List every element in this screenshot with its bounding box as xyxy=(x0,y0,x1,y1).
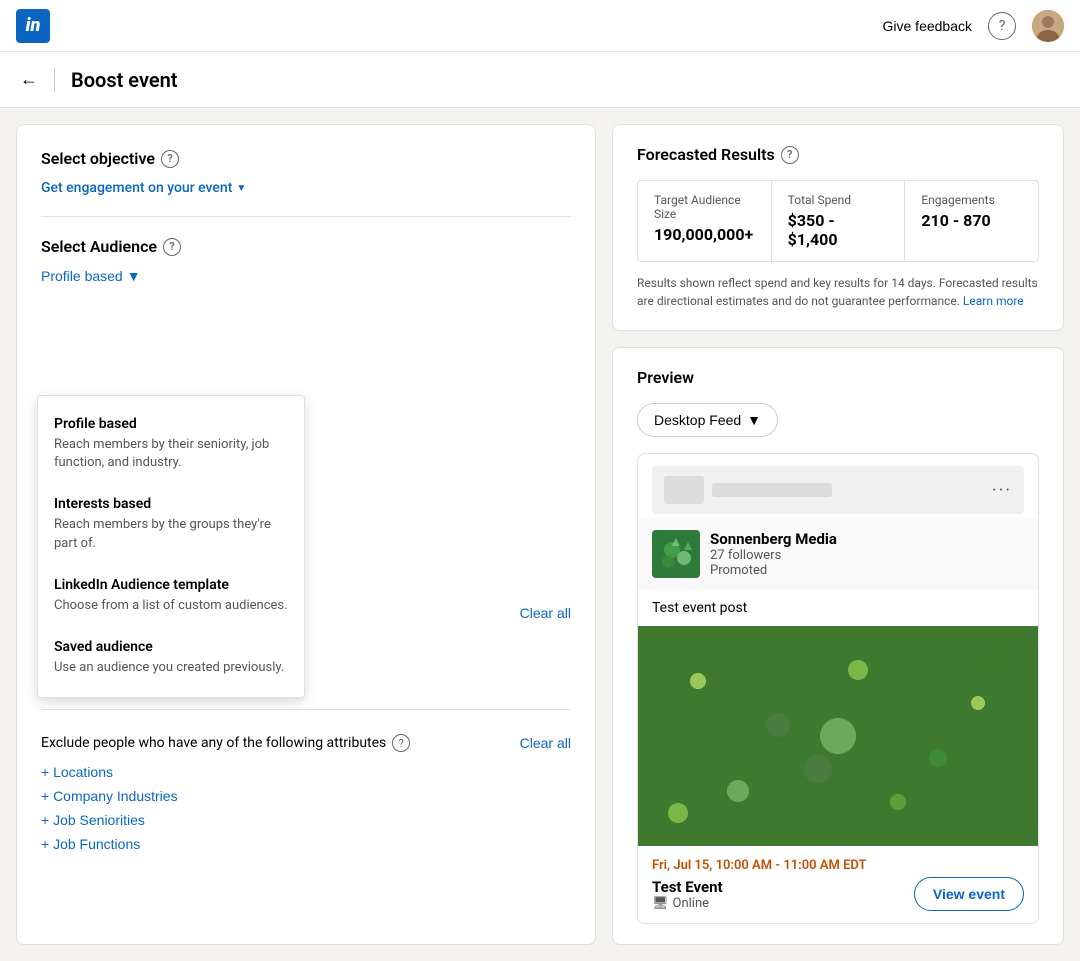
exclude-label: Exclude people who have any of the follo… xyxy=(41,735,386,751)
metric-total-spend: Total Spend $350 - $1,400 xyxy=(772,181,906,261)
dropdown-item-interests-based[interactable]: Interests based Reach members by the gro… xyxy=(38,484,304,564)
back-button[interactable]: ← xyxy=(20,69,38,90)
audience-label: Select Audience xyxy=(41,237,157,256)
add-company-industries-label: + Company Industries xyxy=(41,788,178,804)
ad-event-details: Test Event 🖥 Online xyxy=(652,878,723,911)
dropdown-item-desc-3: Choose from a list of custom audiences. xyxy=(54,597,288,615)
dropdown-item-title-3: LinkedIn Audience template xyxy=(54,577,288,593)
exclude-attributes-title: Exclude people who have any of the follo… xyxy=(41,734,410,752)
feed-dropdown-arrow: ▼ xyxy=(747,412,761,428)
ad-footer-bottom: Test Event 🖥 Online View event xyxy=(652,877,1024,911)
exclude-clear-all-button[interactable]: Clear all xyxy=(520,735,571,751)
dropdown-item-linkedin-template[interactable]: LinkedIn Audience template Choose from a… xyxy=(38,565,304,627)
company-followers: 27 followers xyxy=(710,548,837,563)
exclude-divider xyxy=(41,709,571,710)
nav-left: in xyxy=(16,9,50,43)
objective-dropdown-arrow: ▼ xyxy=(236,183,246,194)
dropdown-item-desc-1: Reach members by their seniority, job fu… xyxy=(54,436,288,472)
add-job-functions-button[interactable]: + Job Functions xyxy=(41,836,140,852)
learn-more-link[interactable]: Learn more xyxy=(963,294,1024,308)
company-name: Sonnenberg Media xyxy=(710,530,837,548)
audience-info-icon[interactable]: ? xyxy=(163,238,181,256)
event-location: 🖥 Online xyxy=(652,896,723,911)
objective-info-icon[interactable]: ? xyxy=(161,150,179,168)
ad-menu-dots[interactable]: ··· xyxy=(992,480,1012,501)
main-layout: Select objective ? Get engagement on you… xyxy=(0,108,1080,961)
exclude-attributes-header: Exclude people who have any of the follo… xyxy=(41,734,571,752)
forecasted-card: Forecasted Results ? Target Audience Siz… xyxy=(612,124,1064,331)
location-text: Online xyxy=(673,896,710,911)
select-objective-section: Select objective ? xyxy=(41,149,571,168)
view-event-button[interactable]: View event xyxy=(914,877,1024,911)
metric-spend-label: Total Spend xyxy=(788,193,889,207)
include-clear-all-button[interactable]: Clear all xyxy=(520,605,571,621)
avatar[interactable] xyxy=(1032,10,1064,42)
audience-selected-value: Profile based xyxy=(41,268,123,284)
audience-dropdown-menu: Profile based Reach members by their sen… xyxy=(37,395,305,698)
feed-option-label: Desktop Feed xyxy=(654,412,741,428)
add-locations-label: + Locations xyxy=(41,764,113,780)
company-logo-icon xyxy=(652,530,700,578)
exclude-info-icon[interactable]: ? xyxy=(392,734,410,752)
ad-company-info: Sonnenberg Media 27 followers Promoted xyxy=(710,530,837,578)
forecasted-info-icon[interactable]: ? xyxy=(781,146,799,164)
forecasted-title: Forecasted Results ? xyxy=(637,145,1039,164)
add-job-seniorities-button[interactable]: + Job Seniorities xyxy=(41,812,145,828)
ad-post-text: Test event post xyxy=(638,590,1038,626)
page-title: Boost event xyxy=(71,68,177,92)
ad-footer: Fri, Jul 15, 10:00 AM - 11:00 AM EDT Tes… xyxy=(638,846,1038,923)
ad-preview: ··· xyxy=(637,453,1039,924)
event-date: Fri, Jul 15, 10:00 AM - 11:00 AM EDT xyxy=(652,858,1024,873)
ad-header-left: Sonnenberg Media 27 followers Promoted xyxy=(652,530,837,578)
forecasted-note: Results shown reflect spend and key resu… xyxy=(637,274,1039,310)
forecasted-title-text: Forecasted Results xyxy=(637,145,775,164)
add-job-seniorities-label: + Job Seniorities xyxy=(41,812,145,828)
section-divider xyxy=(41,216,571,217)
nav-right: Give feedback ? xyxy=(883,10,1065,42)
metric-audience-value: 190,000,000+ xyxy=(654,225,755,244)
right-panel: Forecasted Results ? Target Audience Siz… xyxy=(612,124,1064,945)
objective-link[interactable]: Get engagement on your event ▼ xyxy=(41,180,571,196)
monitor-icon: 🖥 xyxy=(652,896,669,911)
metric-audience-label: Target Audience Size xyxy=(654,193,755,221)
help-icon[interactable]: ? xyxy=(988,12,1016,40)
add-locations-button[interactable]: + Locations xyxy=(41,764,113,780)
dropdown-item-desc-2: Reach members by the groups they're part… xyxy=(54,516,288,552)
dropdown-item-saved-audience[interactable]: Saved audience Use an audience you creat… xyxy=(38,627,304,689)
preview-title: Preview xyxy=(637,368,1039,387)
objective-label: Select objective xyxy=(41,149,155,168)
dropdown-item-title-2: Interests based xyxy=(54,496,288,512)
metric-spend-value: $350 - $1,400 xyxy=(788,211,889,249)
dropdown-item-desc-4: Use an audience you created previously. xyxy=(54,659,288,677)
ad-promoted-label: Promoted xyxy=(710,563,837,578)
dropdown-item-profile-based[interactable]: Profile based Reach members by their sen… xyxy=(38,404,304,484)
metric-engagements-value: 210 - 870 xyxy=(921,211,1022,230)
select-audience-section: Select Audience ? xyxy=(41,237,571,256)
top-navigation: in Give feedback ? xyxy=(0,0,1080,52)
preview-card: Preview Desktop Feed ▼ ··· xyxy=(612,347,1064,945)
objective-link-text: Get engagement on your event xyxy=(41,180,232,196)
give-feedback-button[interactable]: Give feedback xyxy=(883,18,973,34)
page-header: ← Boost event xyxy=(0,52,1080,108)
ad-header: Sonnenberg Media 27 followers Promoted xyxy=(638,518,1038,590)
metric-audience-size: Target Audience Size 190,000,000+ xyxy=(638,181,772,261)
add-company-industries-button[interactable]: + Company Industries xyxy=(41,788,178,804)
metrics-row: Target Audience Size 190,000,000+ Total … xyxy=(637,180,1039,262)
feed-dropdown-button[interactable]: Desktop Feed ▼ xyxy=(637,403,778,437)
ad-image xyxy=(638,626,1038,846)
event-title: Test Event xyxy=(652,878,723,896)
audience-dropdown-button[interactable]: Profile based ▼ xyxy=(41,268,141,284)
dropdown-item-title-4: Saved audience xyxy=(54,639,288,655)
header-divider xyxy=(54,68,55,92)
add-job-functions-label: + Job Functions xyxy=(41,836,140,852)
exclude-section: Exclude people who have any of the follo… xyxy=(41,734,571,852)
left-panel: Select objective ? Get engagement on you… xyxy=(16,124,596,945)
metric-engagements-label: Engagements xyxy=(921,193,1022,207)
audience-dropdown-arrow: ▼ xyxy=(127,268,141,284)
dropdown-item-title-1: Profile based xyxy=(54,416,288,432)
metric-engagements: Engagements 210 - 870 xyxy=(905,181,1038,261)
linkedin-logo: in xyxy=(16,9,50,43)
